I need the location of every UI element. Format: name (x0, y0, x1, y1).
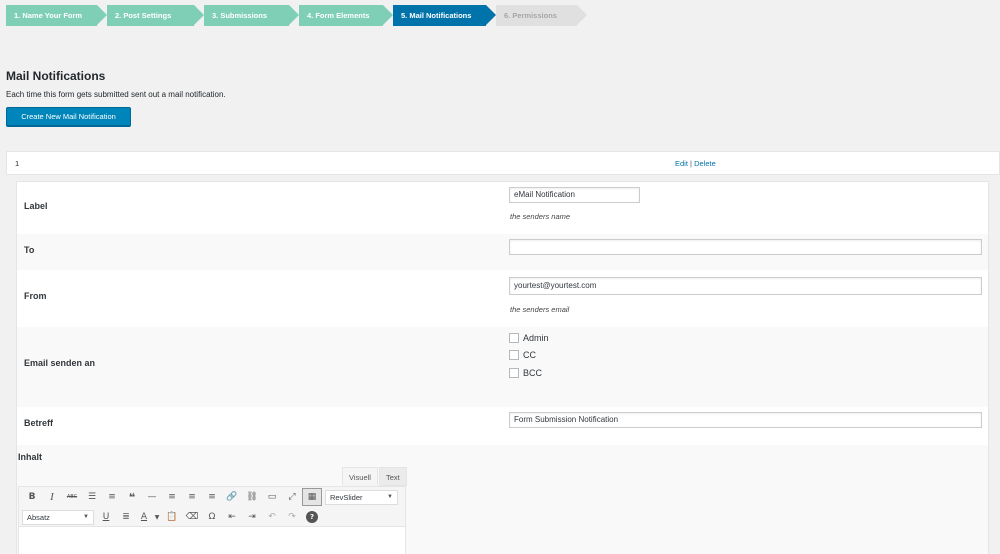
special-character-icon[interactable]: Ω (202, 508, 222, 526)
help-icon[interactable]: ? (306, 511, 318, 523)
toolbar-toggle-icon[interactable]: ▦ (302, 488, 322, 506)
edit-link[interactable]: Edit (675, 159, 688, 168)
notification-header: 1 Edit | Delete (6, 151, 1000, 175)
page-description: Each time this form gets submitted sent … (6, 90, 226, 99)
notification-number: 1 (15, 159, 20, 168)
from-row: From yourtest@yourtest.com the senders e… (17, 270, 988, 327)
subject-field-label: Betreff (24, 418, 54, 428)
content-editor: B I ABC ☰ ≡ ❝ — ≡ ≡ ≡ 🔗 ⛓ ▭ ⤢ ▦ RevSlide… (18, 486, 406, 554)
justify-icon[interactable]: ≣ (116, 508, 136, 526)
toolbar-row-2: Absatz ▼ U ≣ A ▼ 📋 ⌫ Ω ⇤ ⇥ ↶ ↷ ? (22, 508, 318, 526)
step-permissions[interactable]: 6. Permissions (496, 5, 587, 26)
fullscreen-icon[interactable]: ⤢ (282, 488, 302, 506)
align-center-icon[interactable]: ≡ (182, 488, 202, 506)
chevron-down-icon: ▼ (387, 494, 393, 500)
undo-icon[interactable]: ↶ (262, 508, 282, 526)
label-input[interactable]: eMail Notification (509, 187, 640, 203)
step-name-your-form[interactable]: 1. Name Your Form (6, 5, 107, 26)
tab-text[interactable]: Text (379, 467, 407, 486)
action-separator: | (690, 159, 692, 168)
subject-input[interactable]: Form Submission Notification (509, 412, 982, 428)
bold-icon[interactable]: B (22, 488, 42, 506)
step-submissions[interactable]: 3. Submissions (204, 5, 299, 26)
strikethrough-icon[interactable]: ABC (62, 488, 82, 506)
unlink-icon[interactable]: ⛓ (242, 488, 262, 506)
toolbar-row-1: B I ABC ☰ ≡ ❝ — ≡ ≡ ≡ 🔗 ⛓ ▭ ⤢ ▦ RevSlide… (22, 488, 398, 506)
tab-visual[interactable]: Visuell (342, 467, 378, 486)
underline-icon[interactable]: U (96, 508, 116, 526)
bcc-checkbox[interactable]: BCC (509, 368, 542, 378)
admin-checkbox-label: Admin (523, 333, 549, 343)
create-notification-button[interactable]: Create New Mail Notification (6, 107, 131, 126)
clear-formatting-icon[interactable]: ⌫ (182, 508, 202, 526)
align-right-icon[interactable]: ≡ (202, 488, 222, 506)
blockquote-icon[interactable]: ❝ (122, 488, 142, 506)
format-select-value: Absatz (27, 512, 50, 522)
from-input[interactable]: yourtest@yourtest.com (509, 277, 982, 295)
redo-icon[interactable]: ↷ (282, 508, 302, 526)
from-field-label: From (24, 291, 47, 301)
delete-link[interactable]: Delete (694, 159, 716, 168)
numbered-list-icon[interactable]: ≡ (102, 488, 122, 506)
chevron-down-icon: ▼ (83, 514, 89, 520)
admin-checkbox-box[interactable] (509, 333, 519, 343)
outdent-icon[interactable]: ⇤ (222, 508, 242, 526)
from-hint: the senders email (510, 305, 570, 314)
paste-text-icon[interactable]: 📋 (162, 508, 182, 526)
send-to-field-label: Email senden an (24, 358, 96, 368)
wizard-steps: 1. Name Your Form 2. Post Settings 3. Su… (6, 5, 587, 26)
cc-checkbox-label: CC (523, 350, 536, 360)
shortcode-select[interactable]: RevSlider ▼ (325, 489, 398, 505)
subject-row: Betreff Form Submission Notification (17, 407, 988, 445)
step-form-elements[interactable]: 4. Form Elements (299, 5, 393, 26)
editor-content-area[interactable] (19, 527, 405, 554)
bcc-checkbox-box[interactable] (509, 368, 519, 378)
editor-toolbar: B I ABC ☰ ≡ ❝ — ≡ ≡ ≡ 🔗 ⛓ ▭ ⤢ ▦ RevSlide… (19, 487, 405, 527)
to-input[interactable] (509, 239, 982, 255)
step-mail-notifications[interactable]: 5. Mail Notifications (393, 5, 496, 26)
label-row: Label eMail Notification the senders nam… (17, 182, 988, 234)
text-color-dropdown-icon[interactable]: ▼ (152, 508, 162, 526)
align-left-icon[interactable]: ≡ (162, 488, 182, 506)
label-field-label: Label (24, 201, 48, 211)
step-post-settings[interactable]: 2. Post Settings (107, 5, 204, 26)
horizontal-rule-icon[interactable]: — (142, 488, 162, 506)
format-select[interactable]: Absatz ▼ (22, 509, 94, 525)
cc-checkbox-box[interactable] (509, 350, 519, 360)
page-title: Mail Notifications (6, 69, 106, 83)
read-more-icon[interactable]: ▭ (262, 488, 282, 506)
cc-checkbox[interactable]: CC (509, 350, 536, 360)
admin-checkbox[interactable]: Admin (509, 333, 549, 343)
bcc-checkbox-label: BCC (523, 368, 543, 378)
send-to-row: Email senden an Admin CC BCC (17, 327, 988, 407)
to-field-label: To (24, 245, 35, 255)
notification-form: Label eMail Notification the senders nam… (16, 181, 989, 554)
label-hint: the senders name (510, 212, 571, 221)
link-icon[interactable]: 🔗 (222, 488, 242, 506)
content-field-label: Inhalt (18, 452, 42, 462)
indent-icon[interactable]: ⇥ (242, 508, 262, 526)
text-color-icon[interactable]: A (136, 508, 152, 526)
notification-actions: Edit | Delete (675, 159, 716, 168)
shortcode-select-value: RevSlider (330, 492, 363, 502)
bullet-list-icon[interactable]: ☰ (82, 488, 102, 506)
to-row: To (17, 234, 988, 270)
italic-icon[interactable]: I (42, 488, 62, 506)
